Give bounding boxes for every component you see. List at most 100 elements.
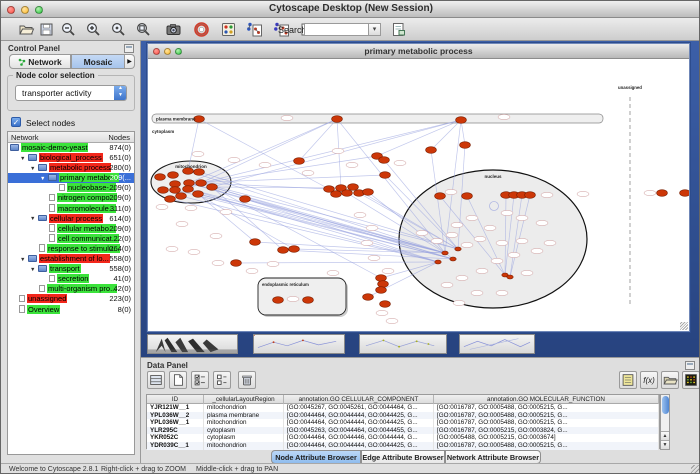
- scroll-up-icon[interactable]: ▲: [661, 431, 669, 440]
- table-row[interactable]: YLR295Ccytoplasm[GO:0045263, GO:0044464,…: [147, 427, 659, 435]
- tab-network[interactable]: Network: [9, 54, 71, 69]
- node[interactable]: [380, 301, 391, 308]
- node-label[interactable]: [516, 238, 528, 243]
- node-label[interactable]: [431, 238, 443, 243]
- tree-row[interactable]: ▼transport558(0): [8, 264, 134, 274]
- node[interactable]: [273, 297, 284, 304]
- edge[interactable]: [170, 199, 438, 262]
- node-label[interactable]: [496, 290, 508, 295]
- scroll-down-icon[interactable]: ▼: [661, 440, 669, 449]
- table-vertical-scrollbar[interactable]: ▲ ▼: [660, 394, 670, 450]
- node[interactable]: [303, 297, 314, 304]
- tree-row[interactable]: nucleobase-...209(0): [8, 183, 134, 193]
- node[interactable]: [450, 257, 456, 261]
- background-window[interactable]: [459, 334, 535, 354]
- expand-arrow-icon[interactable]: ▼: [30, 164, 38, 174]
- node[interactable]: [165, 196, 176, 203]
- node[interactable]: [442, 251, 448, 255]
- vizmapper-icon[interactable]: [220, 21, 237, 38]
- network-view-titlebar[interactable]: primary metabolic process: [148, 44, 689, 59]
- table-column-header[interactable]: _cellularLayoutRegion: [204, 395, 284, 404]
- table-column-header[interactable]: ID: [147, 395, 204, 404]
- node[interactable]: [378, 281, 389, 288]
- node[interactable]: [289, 246, 300, 253]
- attribute-table-header[interactable]: ID_cellularLayoutRegionannotation.GO CEL…: [147, 395, 659, 404]
- node-label[interactable]: [491, 258, 503, 263]
- node[interactable]: [332, 116, 343, 123]
- node-label[interactable]: [544, 240, 556, 245]
- save-icon[interactable]: [38, 21, 55, 38]
- table-row[interactable]: YPL036W__2plasma membrane[GO:0044464, GO…: [147, 412, 659, 420]
- edge[interactable]: [377, 120, 461, 156]
- expand-arrow-icon[interactable]: ▼: [40, 174, 48, 184]
- node[interactable]: [379, 157, 390, 164]
- node-label[interactable]: [156, 204, 168, 209]
- node[interactable]: [183, 186, 194, 193]
- search-input[interactable]: [304, 23, 368, 36]
- node-label[interactable]: [246, 268, 258, 273]
- node-label[interactable]: [445, 189, 457, 194]
- new-attribute-icon[interactable]: [169, 371, 187, 389]
- node-label[interactable]: [536, 220, 548, 225]
- unselect-attributes-icon[interactable]: [213, 371, 231, 389]
- formula-icon[interactable]: f(x): [640, 371, 658, 389]
- node[interactable]: [193, 191, 204, 198]
- expand-arrow-icon[interactable]: ▼: [30, 214, 38, 224]
- node-label[interactable]: [327, 270, 339, 275]
- node-label[interactable]: [188, 249, 200, 254]
- node-color-dropdown[interactable]: transporter activity ▲▼: [15, 85, 127, 101]
- node[interactable]: [231, 260, 242, 267]
- node-label[interactable]: [212, 260, 224, 265]
- node-label[interactable]: [185, 205, 197, 210]
- node[interactable]: [455, 247, 461, 251]
- background-window[interactable]: [359, 334, 447, 354]
- node-label[interactable]: [501, 210, 513, 215]
- import-network-icon[interactable]: [246, 21, 263, 38]
- node-label[interactable]: [192, 151, 204, 156]
- node[interactable]: [342, 190, 353, 197]
- edge[interactable]: [212, 187, 341, 188]
- session-note-icon[interactable]: [390, 21, 407, 38]
- node-label[interactable]: [228, 157, 240, 162]
- expand-arrow-icon[interactable]: ▼: [30, 265, 38, 275]
- edge[interactable]: [431, 120, 461, 150]
- tree-row[interactable]: ▼establishment of lo...558(0): [8, 254, 134, 264]
- expand-arrow-icon[interactable]: ▼: [20, 255, 28, 265]
- node[interactable]: [170, 187, 181, 194]
- window-resize-grip[interactable]: [691, 465, 700, 474]
- background-window[interactable]: [147, 334, 238, 354]
- table-row[interactable]: YPL036W__1mitochondrion[GO:0044464, GO:0…: [147, 419, 659, 427]
- tree-row[interactable]: cell communicat...22(0): [8, 234, 134, 244]
- node-label[interactable]: [508, 252, 520, 257]
- tree-row[interactable]: Overview8(0): [8, 305, 134, 315]
- node-label[interactable]: [416, 230, 428, 235]
- scrollbar-thumb[interactable]: [662, 396, 669, 414]
- node[interactable]: [184, 180, 195, 187]
- tab-edge-attribute-browser[interactable]: Edge Attribute Browser: [361, 450, 445, 464]
- node[interactable]: [363, 294, 374, 301]
- tree-row[interactable]: ▼primary metabo...209(...: [8, 173, 134, 183]
- node-label[interactable]: [346, 162, 358, 167]
- node-label[interactable]: [541, 192, 553, 197]
- node[interactable]: [376, 287, 387, 294]
- node-label[interactable]: [453, 300, 465, 305]
- tree-row[interactable]: ▼cellular process614(0): [8, 214, 134, 224]
- node-label[interactable]: [446, 232, 458, 237]
- node-label[interactable]: [220, 209, 232, 214]
- node[interactable]: [168, 172, 179, 179]
- node[interactable]: [657, 190, 668, 197]
- dropdown-stepper-icon[interactable]: ▲▼: [114, 85, 127, 101]
- node[interactable]: [278, 247, 289, 254]
- edge[interactable]: [201, 120, 461, 183]
- node-label[interactable]: [394, 160, 406, 165]
- tree-row[interactable]: response to stimulu...264(0): [8, 244, 134, 254]
- node-label[interactable]: [516, 215, 528, 220]
- node[interactable]: [462, 193, 473, 200]
- tree-row[interactable]: multi-organism pro...42(0): [8, 284, 134, 294]
- import-attributes-icon[interactable]: [661, 371, 679, 389]
- node-label[interactable]: [456, 275, 468, 280]
- node-label[interactable]: [471, 290, 483, 295]
- table-column-header[interactable]: annotation.GO MOLECULAR_FUNCTION: [434, 395, 659, 404]
- node[interactable]: [456, 117, 467, 124]
- node-label[interactable]: [521, 270, 533, 275]
